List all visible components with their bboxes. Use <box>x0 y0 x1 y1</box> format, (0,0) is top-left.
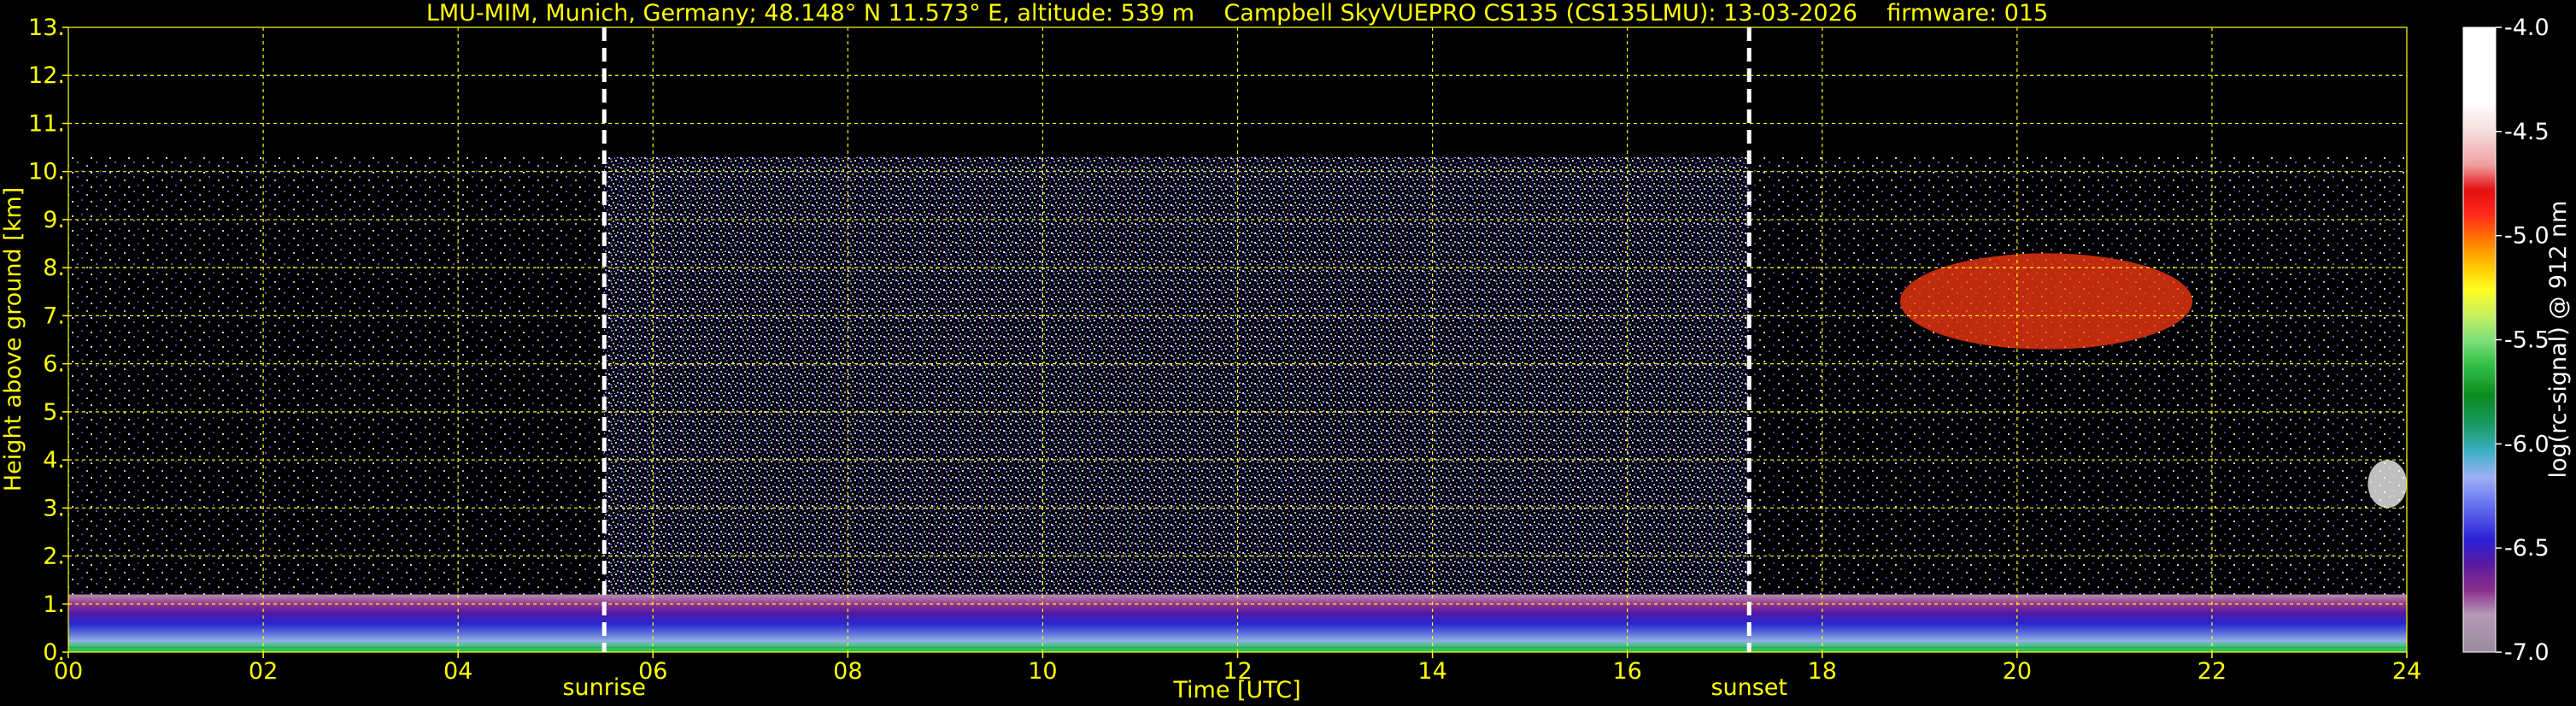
x-tick-label: 24 <box>2392 658 2421 685</box>
colorbar-tick-label: -4.5 <box>2504 119 2550 145</box>
y-axis-label: Height above ground [km] <box>0 187 26 491</box>
y-tick-label: 7. <box>43 303 65 329</box>
colorbar-tick-label: -5.0 <box>2504 223 2550 250</box>
y-tick-label: 11. <box>28 110 65 137</box>
colorbar-tick-label: -6.0 <box>2504 431 2550 457</box>
y-tick-label: 10. <box>28 159 65 185</box>
feature-low-cloud <box>2368 460 2407 509</box>
x-tick-label: 14 <box>1417 658 1446 685</box>
x-tick-label: 06 <box>638 658 667 685</box>
y-tick-label: 6. <box>43 351 65 378</box>
y-tick-label: 12. <box>28 62 65 89</box>
y-tick-label: 2. <box>43 544 65 570</box>
daytime-noise-region <box>604 156 1750 604</box>
y-tick-label: 9. <box>43 207 65 233</box>
marker-sunset-label: sunset <box>1710 674 1787 701</box>
chart-title: LMU-MIM, Munich, Germany; 48.148° N 11.5… <box>426 0 2048 26</box>
x-tick-label: 22 <box>2198 658 2227 685</box>
y-tick-label: 5. <box>43 399 65 426</box>
y-tick-label: 8. <box>43 255 65 281</box>
x-tick-label: 04 <box>443 658 472 685</box>
colorbar-tick-label: -7.0 <box>2504 639 2550 666</box>
colorbar: -4.0 -4.5 -5.0 -5.5 -6.0 -6.5 -7.0 <box>2462 15 2550 666</box>
plot-area <box>68 27 2407 652</box>
y-tick-label: 0. <box>43 639 65 666</box>
colorbar-scale <box>2462 26 2497 653</box>
marker-sunrise-label: sunrise <box>562 674 646 701</box>
y-tick-label: 3. <box>43 495 65 521</box>
evening-noise-region <box>1749 156 2407 604</box>
y-tick-label: 13. <box>28 15 65 41</box>
x-tick-label: 16 <box>1612 658 1641 685</box>
night-noise-region <box>68 156 605 604</box>
colorbar-tick-label: -4.0 <box>2504 15 2550 41</box>
y-axis: 0. 1. 2. 3. 4. 5. 6. 7. 8. 9. 10. 11. 12. 13. <box>28 15 68 666</box>
x-axis-label: Time [UTC] <box>1172 677 1300 703</box>
x-tick-label: 18 <box>1808 658 1837 685</box>
y-tick-label: 1. <box>43 591 65 618</box>
y-tick-label: 4. <box>43 447 65 474</box>
colorbar-label: log(rc-signal) @ 912 nm <box>2545 201 2572 479</box>
colorbar-tick-label: -5.5 <box>2504 327 2550 354</box>
x-tick-label: 02 <box>249 658 278 685</box>
colorbar-tick-label: -6.5 <box>2504 535 2550 562</box>
ceilometer-chart: LMU-MIM, Munich, Germany; 48.148° N 11.5… <box>0 0 2572 703</box>
x-tick-label: 10 <box>1028 658 1057 685</box>
x-tick-label: 20 <box>2003 658 2032 685</box>
x-tick-label: 08 <box>833 658 862 685</box>
